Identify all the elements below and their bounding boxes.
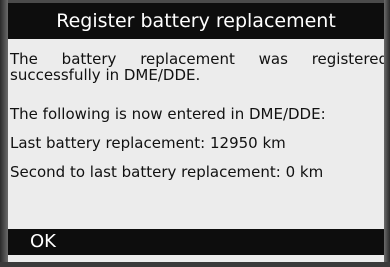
ok-button[interactable]: OK: [8, 229, 384, 255]
device-bezel-bottom: [0, 262, 390, 267]
info-header: The following is now entered in DME/DDE:: [10, 105, 326, 123]
last-battery-replacement: Last battery replacement: 12950 km: [10, 134, 286, 152]
lcd-screen: Register battery replacement The battery…: [8, 3, 384, 262]
device-bezel-right: [384, 0, 390, 267]
device-frame: Register battery replacement The battery…: [0, 0, 390, 267]
dialog-title: Register battery replacement: [8, 3, 384, 39]
message-line-2: successfully in DME/DDE.: [10, 66, 201, 84]
second-to-last-battery-replacement: Second to last battery replacement: 0 km: [10, 163, 324, 181]
device-bezel-left: [0, 0, 8, 267]
ok-button-label: OK: [30, 231, 56, 252]
